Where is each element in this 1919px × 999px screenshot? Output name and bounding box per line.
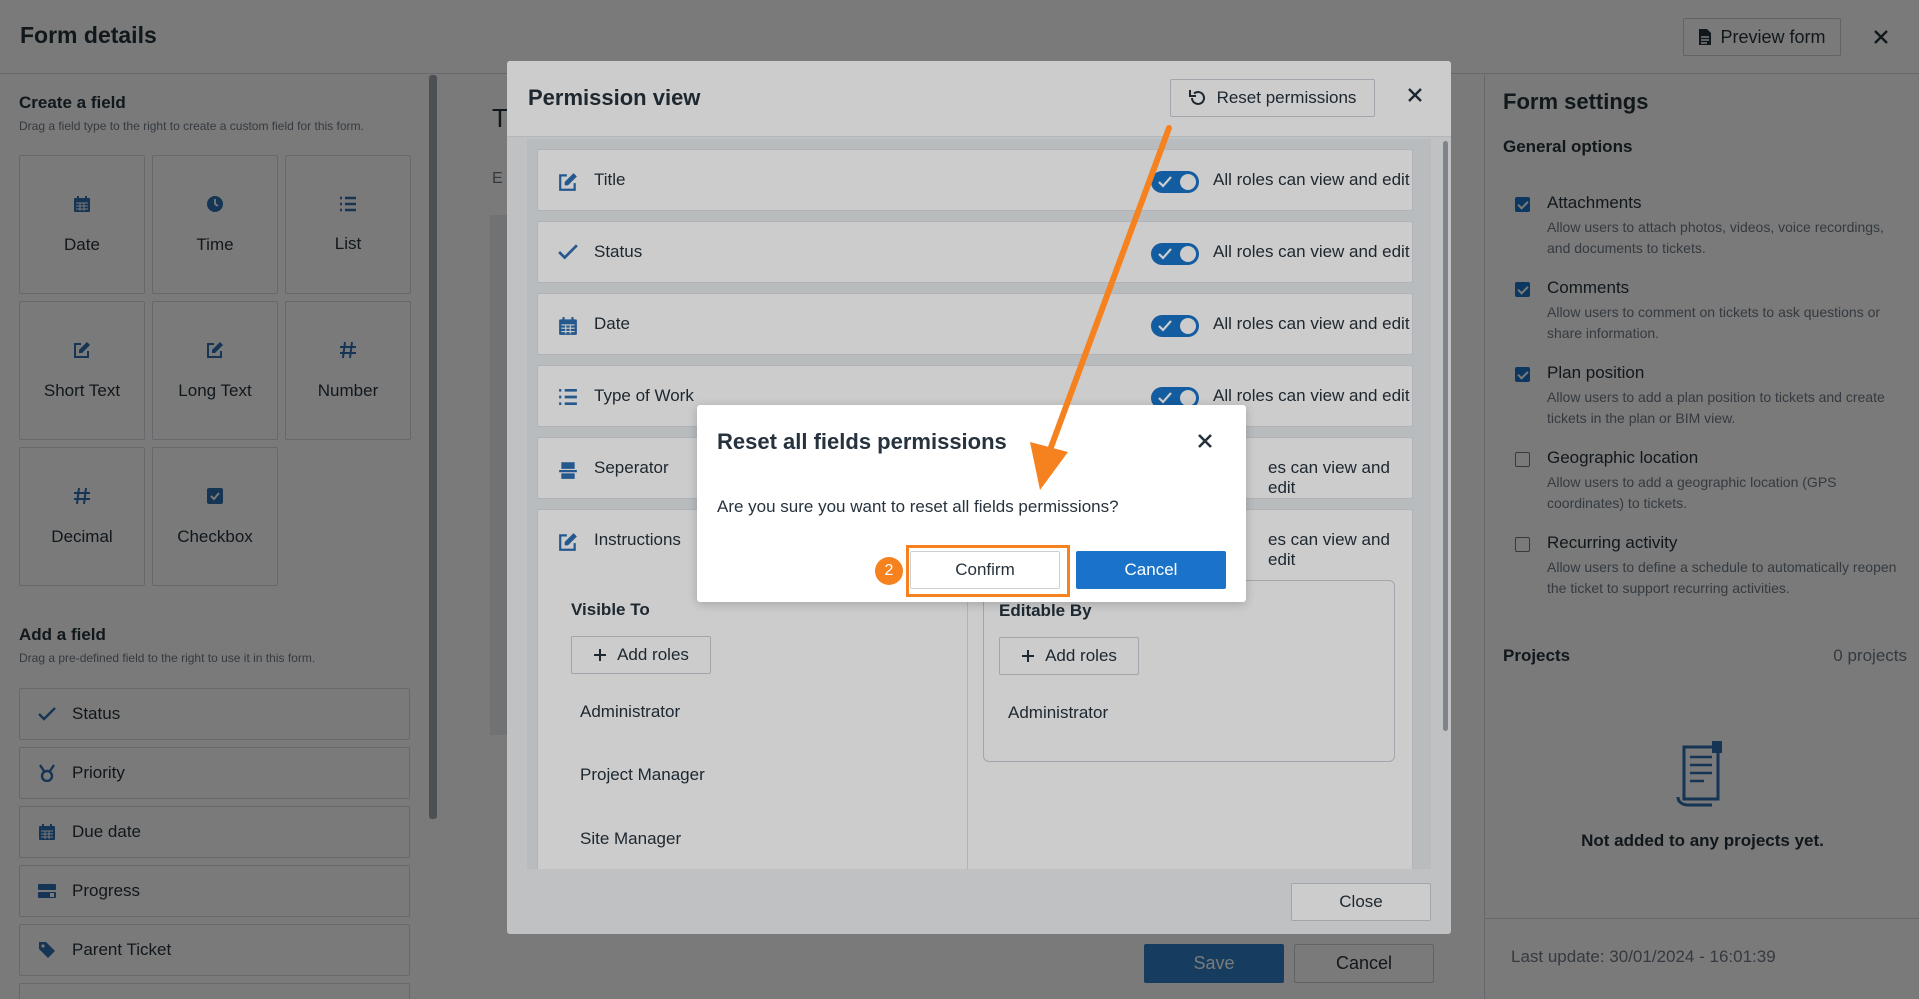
confirm-dialog-title: Reset all fields permissions (717, 429, 1007, 454)
confirm-highlight (906, 545, 1070, 597)
step-badge: 2 (875, 557, 903, 585)
confirm-dialog-message: Are you sure you want to reset all field… (717, 497, 1119, 516)
cancel-button[interactable]: Cancel (1076, 551, 1226, 589)
close-icon[interactable] (1197, 433, 1213, 449)
